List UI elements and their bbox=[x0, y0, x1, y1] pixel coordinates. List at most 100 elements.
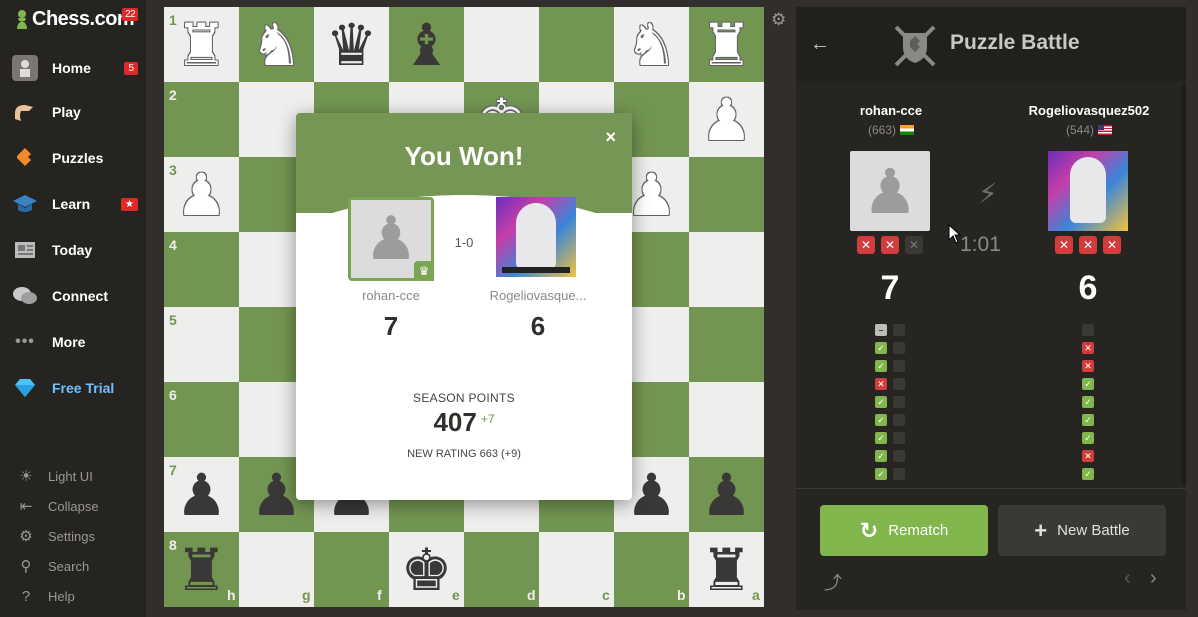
empty-slot[interactable] bbox=[893, 450, 905, 462]
solved-check-icon[interactable]: ✓ bbox=[875, 468, 887, 480]
failed-x-icon[interactable]: ✕ bbox=[875, 378, 887, 390]
sidebar-item-connect[interactable]: Connect bbox=[0, 276, 146, 316]
empty-slot[interactable] bbox=[893, 414, 905, 426]
sidebar-item-play[interactable]: Play bbox=[0, 92, 146, 132]
player-right-strikes: ✕ ✕ ✕ bbox=[1055, 236, 1121, 254]
board-square[interactable] bbox=[464, 7, 539, 82]
player-right-name[interactable]: Rogeliovasquez502 bbox=[1016, 103, 1162, 118]
avatar-caption-strip bbox=[502, 267, 570, 273]
rematch-icon: ↻ bbox=[859, 517, 879, 543]
player-left-avatar: ♟ bbox=[850, 151, 930, 231]
collapse-icon: ⇤ bbox=[19, 498, 33, 515]
solved-check-icon[interactable]: ✓ bbox=[875, 432, 887, 444]
white-pawn-icon[interactable]: ♟ bbox=[689, 82, 764, 157]
search-label: Search bbox=[48, 558, 90, 574]
chevron-right-icon[interactable]: › bbox=[1150, 567, 1157, 590]
light-ui-toggle[interactable]: ☀ Light UI bbox=[0, 463, 146, 489]
collapse-button[interactable]: ⇤ Collapse bbox=[0, 493, 146, 519]
notification-badge: 22 bbox=[122, 8, 139, 21]
board-square[interactable] bbox=[689, 382, 764, 457]
rank-label: 4 bbox=[169, 237, 177, 253]
black-bishop-icon[interactable]: ♝ bbox=[389, 7, 464, 82]
light-ui-label: Light UI bbox=[48, 468, 93, 484]
sidebar-item-puzzles[interactable]: Puzzles bbox=[0, 138, 146, 178]
solved-check-icon[interactable]: ✓ bbox=[875, 360, 887, 372]
graduation-cap-icon bbox=[12, 191, 38, 217]
lightning-bolt-icon: ⚡ bbox=[978, 178, 998, 209]
winner-avatar: ♟ ♛ bbox=[348, 197, 434, 281]
sidebar-item-label: Today bbox=[52, 242, 93, 258]
solved-check-icon[interactable]: ✓ bbox=[875, 450, 887, 462]
black-pawn-icon[interactable]: ♟ bbox=[689, 457, 764, 532]
failed-x-icon[interactable]: ✕ bbox=[1082, 360, 1094, 372]
sidebar-item-label: Home bbox=[52, 60, 91, 76]
close-icon[interactable]: × bbox=[605, 127, 616, 148]
sidebar-item-home[interactable]: Home 5 bbox=[0, 48, 146, 88]
board-square[interactable] bbox=[689, 307, 764, 382]
file-label: b bbox=[677, 587, 686, 603]
solved-check-icon[interactable]: ✓ bbox=[1082, 396, 1094, 408]
file-label: h bbox=[227, 587, 236, 603]
help-icon: ? bbox=[21, 587, 31, 605]
white-rook-icon[interactable]: ♜ bbox=[689, 7, 764, 82]
rank-label: 6 bbox=[169, 387, 177, 403]
player-left-history-empty bbox=[893, 324, 905, 486]
sidebar-item-today[interactable]: Today bbox=[0, 230, 146, 270]
solved-check-icon[interactable]: ✓ bbox=[1082, 414, 1094, 426]
help-link[interactable]: ? Help bbox=[0, 583, 146, 609]
board-square[interactable] bbox=[689, 157, 764, 232]
failed-x-icon[interactable]: ✕ bbox=[1082, 450, 1094, 462]
empty-slot[interactable] bbox=[893, 378, 905, 390]
player-right-score: 6 bbox=[1078, 269, 1098, 307]
player-left-rating: (663) bbox=[836, 123, 946, 137]
white-knight-icon[interactable]: ♞ bbox=[239, 7, 314, 82]
empty-slot[interactable] bbox=[893, 396, 905, 408]
back-arrow-icon[interactable]: ← bbox=[810, 33, 830, 56]
settings-link[interactable]: ⚙ Settings bbox=[0, 523, 146, 549]
black-queen-icon[interactable]: ♛ bbox=[314, 7, 389, 82]
rematch-button[interactable]: ↻ Rematch bbox=[820, 505, 988, 556]
logo-text: Chess.com bbox=[32, 8, 135, 30]
panel-scrollbar[interactable] bbox=[1182, 85, 1186, 485]
sidebar-item-free-trial[interactable]: Free Trial bbox=[0, 368, 146, 408]
new-battle-button[interactable]: + New Battle bbox=[998, 505, 1166, 556]
empty-slot[interactable] bbox=[1082, 324, 1094, 336]
panel-header: ← Puzzle Battle bbox=[796, 7, 1186, 81]
empty-slot[interactable] bbox=[893, 432, 905, 444]
skipped-icon[interactable]: – bbox=[875, 324, 887, 336]
white-knight-icon[interactable]: ♞ bbox=[614, 7, 689, 82]
avatar-figure bbox=[1070, 157, 1106, 223]
home-icon bbox=[12, 55, 38, 81]
diamond-icon bbox=[12, 375, 38, 401]
player-left-name[interactable]: rohan-cce bbox=[836, 103, 946, 118]
sidebar-item-label: Play bbox=[52, 104, 81, 120]
solved-check-icon[interactable]: ✓ bbox=[1082, 378, 1094, 390]
solved-check-icon[interactable]: ✓ bbox=[875, 396, 887, 408]
solved-check-icon[interactable]: ✓ bbox=[1082, 432, 1094, 444]
opponent-name: Rogeliovasque... bbox=[489, 288, 587, 303]
solved-check-icon[interactable]: ✓ bbox=[1082, 468, 1094, 480]
chevron-left-icon[interactable]: ‹ bbox=[1124, 567, 1131, 590]
share-icon[interactable]: ⤴ bbox=[824, 569, 842, 595]
file-label: g bbox=[302, 587, 311, 603]
board-square[interactable] bbox=[689, 232, 764, 307]
board-settings-gear-icon[interactable]: ⚙ bbox=[771, 10, 786, 30]
empty-slot[interactable] bbox=[893, 468, 905, 480]
rematch-label: Rematch bbox=[888, 522, 949, 539]
solved-check-icon[interactable]: ✓ bbox=[875, 342, 887, 354]
strike-empty-icon: ✕ bbox=[905, 236, 923, 254]
sidebar-item-more[interactable]: ••• More bbox=[0, 322, 146, 362]
board-square[interactable] bbox=[539, 7, 614, 82]
failed-x-icon[interactable]: ✕ bbox=[1082, 342, 1094, 354]
sidebar-item-label: Puzzles bbox=[52, 150, 104, 166]
sidebar-item-learn[interactable]: Learn ★ bbox=[0, 184, 146, 224]
panel-title: Puzzle Battle bbox=[950, 31, 1080, 54]
empty-slot[interactable] bbox=[893, 324, 905, 336]
chess-com-logo[interactable]: Chess.com 22 bbox=[14, 8, 139, 31]
solved-check-icon[interactable]: ✓ bbox=[875, 414, 887, 426]
empty-slot[interactable] bbox=[893, 342, 905, 354]
empty-slot[interactable] bbox=[893, 360, 905, 372]
search-link[interactable]: ⚲ Search bbox=[0, 553, 146, 579]
player-left-score: 7 bbox=[880, 269, 900, 307]
sidebar-item-label: Free Trial bbox=[52, 380, 115, 396]
